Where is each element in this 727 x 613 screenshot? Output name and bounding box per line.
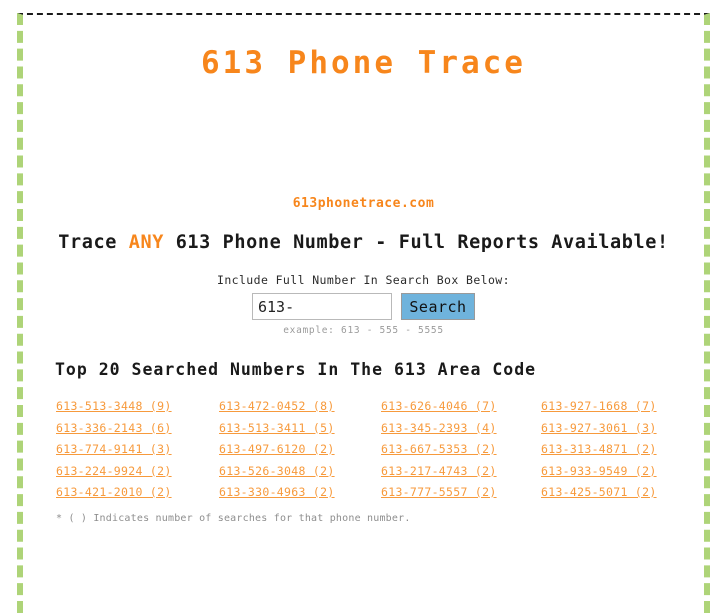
phone-number-link[interactable]: 613-513-3448 (9) <box>56 396 219 418</box>
phone-number-link[interactable]: 613-313-4871 (2) <box>541 439 701 461</box>
tagline: Trace ANY 613 Phone Number - Full Report… <box>0 211 727 253</box>
phone-number-link[interactable]: 613-667-5353 (2) <box>381 439 541 461</box>
phone-number-link[interactable]: 613-345-2393 (4) <box>381 418 541 440</box>
phone-number-link[interactable]: 613-626-4046 (7) <box>381 396 541 418</box>
phone-number-link[interactable]: 613-421-2010 (2) <box>56 482 219 504</box>
top-numbers-grid: 613-513-3448 (9) 613-472-0452 (8) 613-626-… <box>0 379 727 504</box>
phone-number-link[interactable]: 613-425-5071 (2) <box>541 482 701 504</box>
search-button[interactable]: Search <box>401 293 475 320</box>
search-row: Search <box>0 287 727 320</box>
phone-number-link[interactable]: 613-217-4743 (2) <box>381 461 541 483</box>
search-instruction-label: Include Full Number In Search Box Below: <box>217 273 510 287</box>
phone-number-link[interactable]: 613-472-0452 (8) <box>219 396 381 418</box>
site-domain: 613phonetrace.com <box>292 196 435 211</box>
phone-number-link[interactable]: 613-497-6120 (2) <box>219 439 381 461</box>
page-title: 613 Phone Trace <box>201 45 526 81</box>
phone-number-link[interactable]: 613-927-3061 (3) <box>541 418 701 440</box>
phone-number-link[interactable]: 613-224-9924 (2) <box>56 461 219 483</box>
phone-number-link[interactable]: 613-336-2143 (6) <box>56 418 219 440</box>
page-content: 613 Phone Trace 613phonetrace.com Trace … <box>0 0 727 545</box>
phone-number-link[interactable]: 613-774-9141 (3) <box>56 439 219 461</box>
phone-number-link[interactable]: 613-330-4963 (2) <box>219 482 381 504</box>
tagline-before: Trace <box>58 232 129 253</box>
top-numbers-heading: Top 20 Searched Numbers In The 613 Area … <box>55 360 537 379</box>
phone-number-link[interactable]: 613-927-1668 (7) <box>541 396 701 418</box>
search-example-hint: example: 613 - 555 - 5555 <box>283 325 444 336</box>
phone-number-link[interactable]: 613-513-3411 (5) <box>219 418 381 440</box>
tagline-highlight: ANY <box>128 232 164 253</box>
tagline-after: 613 Phone Number - Full Reports Availabl… <box>163 232 669 253</box>
numbers-footnote: * ( ) Indicates number of searches for t… <box>56 512 411 524</box>
phone-number-link[interactable]: 613-933-9549 (2) <box>541 461 701 483</box>
phone-number-link[interactable]: 613-777-5557 (2) <box>381 482 541 504</box>
search-input[interactable] <box>252 293 392 320</box>
phone-number-link[interactable]: 613-526-3048 (2) <box>219 461 381 483</box>
